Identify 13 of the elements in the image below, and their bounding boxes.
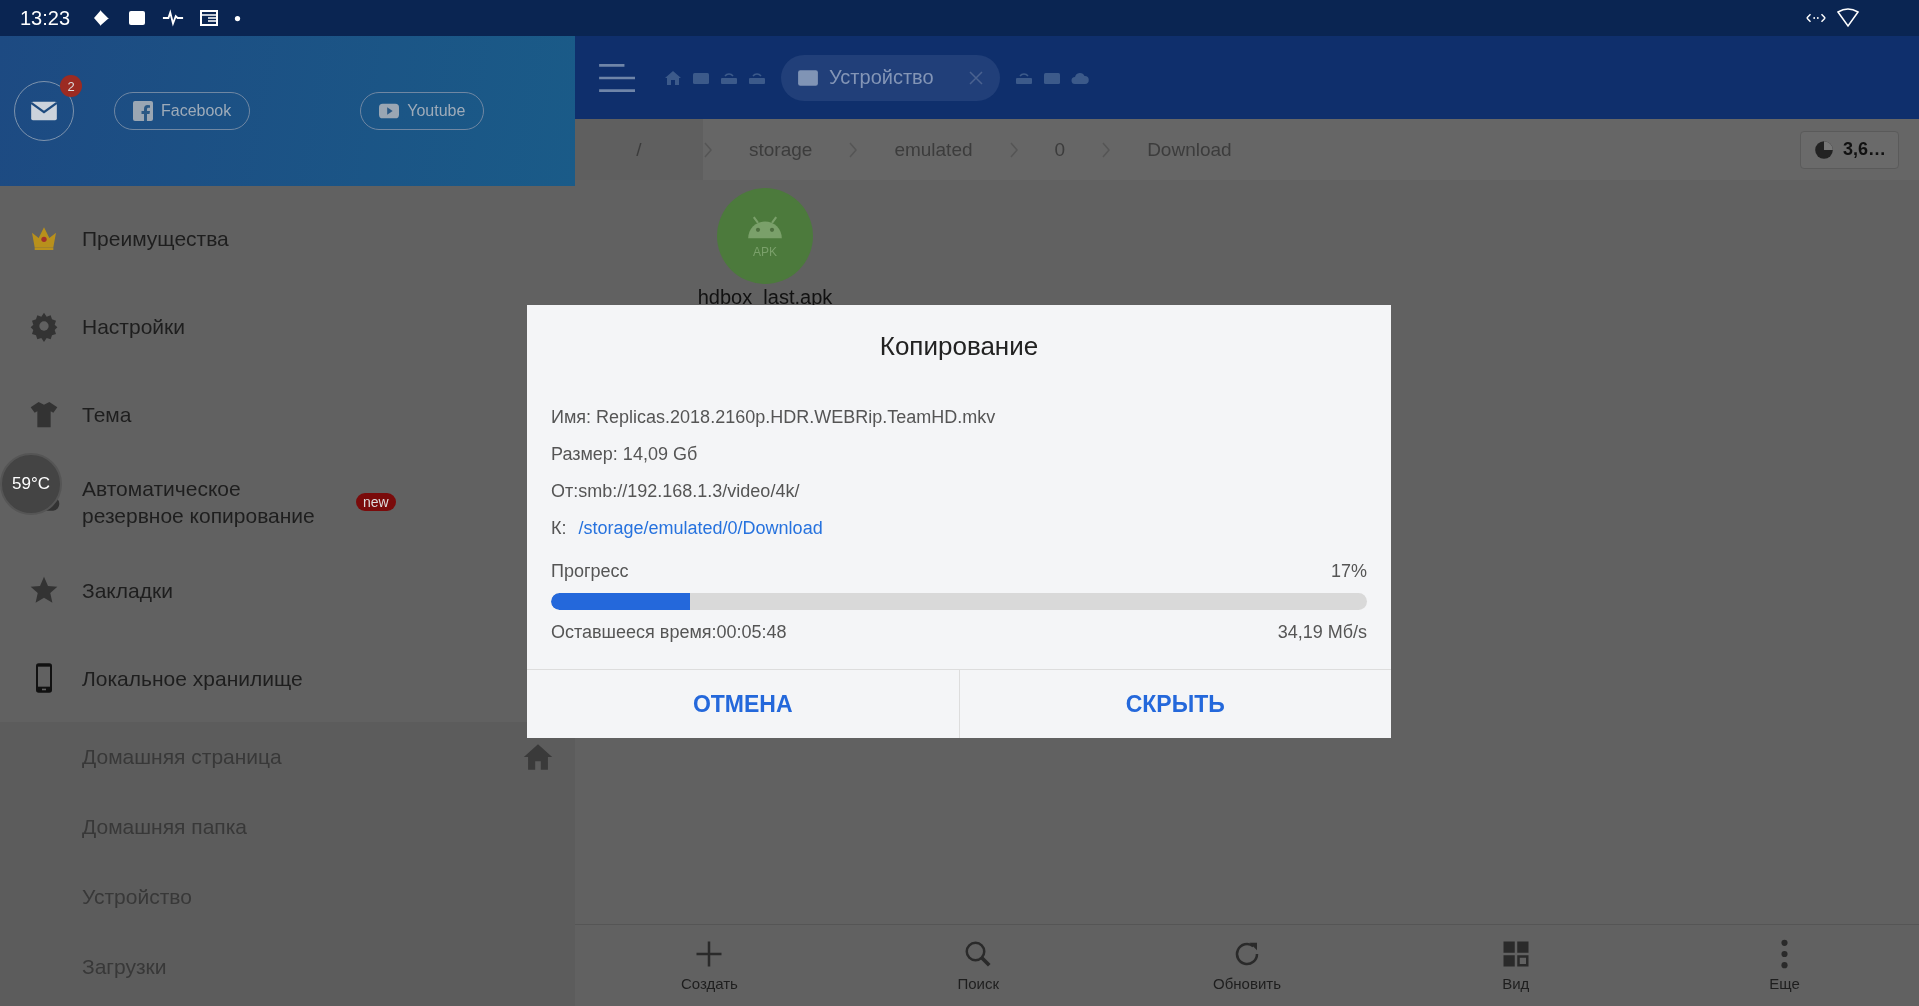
progress-label: Прогресс xyxy=(551,560,629,582)
file-info-text: От:smb://192.168.1.3/video/4k/ xyxy=(551,480,801,503)
clock-time: 13:23 xyxy=(20,6,71,30)
file-info-text: Имя: Replicas.2018.2160p.HDR.WEBRip.TeamHD.mkv xyxy=(551,406,997,429)
unread-count-badge: 2 xyxy=(60,75,82,97)
file-name: hdbox_last.apk xyxy=(697,286,833,309)
transfer-speed: 34,19 Мб/s xyxy=(1277,621,1367,643)
dialog-title: Копирование xyxy=(878,329,1040,363)
target-label: К: xyxy=(551,518,567,539)
file-info-text: Размер: 14,09 Gб xyxy=(551,443,699,466)
progress-percent: 17% xyxy=(1330,560,1367,582)
new-badge: new xyxy=(356,493,396,511)
remaining-time: Оставшееся время:00:05:48 xyxy=(551,621,787,643)
